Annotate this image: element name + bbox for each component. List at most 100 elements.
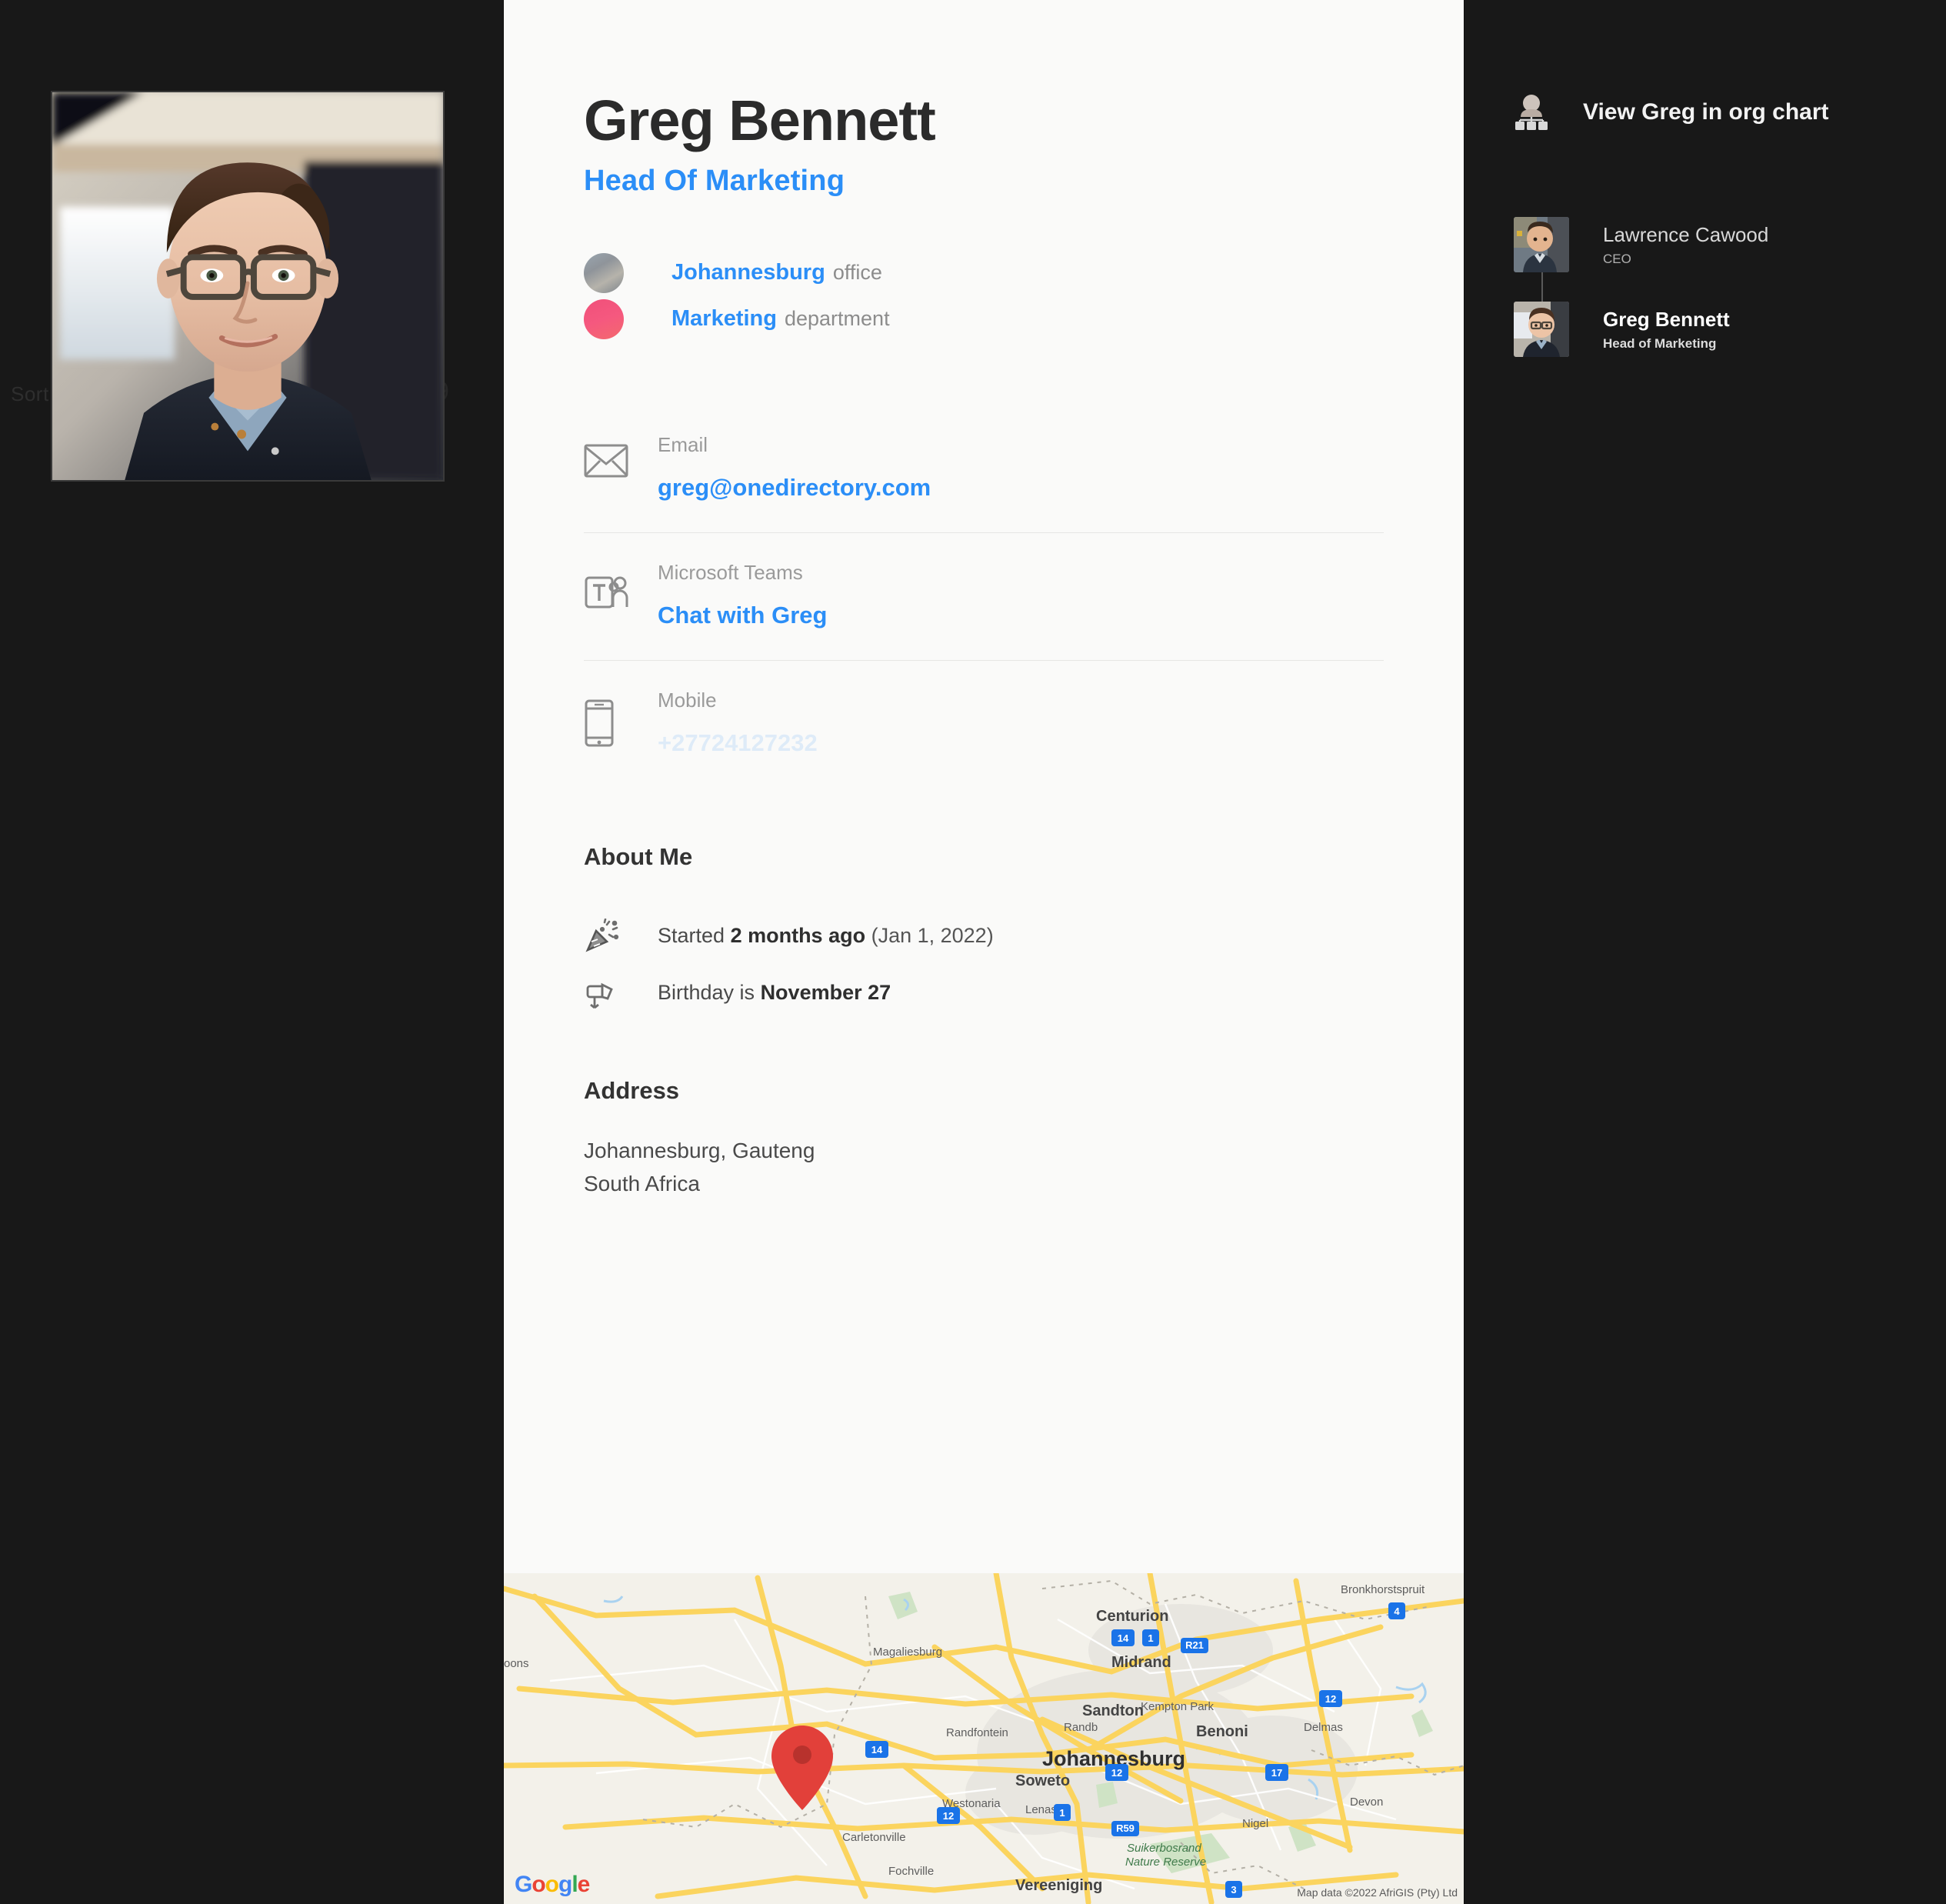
svg-text:17: 17 [1271,1767,1282,1779]
about-prefix-start: Started [658,924,731,948]
org-sidebar: View Greg in org chart Lawrence Cawood C… [1508,0,1946,1904]
location-map[interactable]: Bronkhorstspruit Centurion Midrand Magalies… [504,1573,1464,1904]
contact-list: Email greg@onedirectory.com Microsoft Te… [584,405,1384,788]
map-route-shield: 12 [937,1807,960,1824]
map-label: Fochville [888,1865,934,1878]
map-route-shield: 1 [1142,1629,1159,1646]
page-title: Greg Bennett [584,88,936,152]
svg-text:12: 12 [1325,1693,1336,1705]
svg-text:4: 4 [1394,1606,1400,1617]
about-me-heading: About Me [584,842,693,870]
about-row-start-date: Started 2 months ago (Jan 1, 2022) [584,908,1384,965]
map-label: Devon [1350,1796,1383,1809]
map-label: Kempton Park [1141,1700,1215,1713]
map-canvas: Bronkhorstspruit Centurion Midrand Magalies… [504,1573,1464,1904]
contact-label-email: Email [658,432,708,456]
svg-text:12: 12 [943,1810,954,1822]
email-link[interactable]: greg@onedirectory.com [658,474,1384,502]
org-chart-icon [1515,95,1548,130]
contact-row-mobile: Mobile +27724127232 [584,659,1384,788]
about-strong-birthday: November 27 [760,981,891,1005]
profile-meta-list: Johannesburg office Marketing department [584,250,1384,342]
department-link[interactable]: Marketing [671,306,777,332]
profile-detail-panel: Greg Bennett Head Of Marketing Johannesb… [504,0,1464,1904]
svg-text:14: 14 [871,1744,883,1756]
map-route-shield: 4 [1388,1602,1405,1619]
teams-chat-link[interactable]: Chat with Greg [658,602,1384,629]
avatar-lawrence-image [1514,217,1569,272]
app-root: Sort 9 [0,0,1946,1904]
profile-photo-image [52,92,443,480]
party-popper-icon [584,918,658,954]
envelope-icon [584,432,658,478]
map-route-shield: 12 [1105,1764,1128,1781]
map-route-shield: 14 [1111,1629,1135,1646]
map-route-shield: R59 [1111,1821,1139,1836]
svg-text:1: 1 [1059,1807,1065,1819]
map-park-label: Nature Reserve [1125,1856,1206,1869]
svg-text:1: 1 [1148,1632,1153,1644]
map-park-label: Suikerbosrand [1127,1842,1201,1855]
contact-row-teams: Microsoft Teams Chat with Greg [584,532,1384,660]
map-route-shield: 12 [1319,1690,1342,1707]
org-node-role: CEO [1603,251,1631,266]
about-me-list: Started 2 months ago (Jan 1, 2022) Birth… [584,908,1384,1022]
about-prefix-birthday: Birthday is [658,981,761,1005]
svg-text:14: 14 [1118,1632,1129,1644]
about-text-birthday: Birthday is November 27 [658,981,891,1005]
google-logo: Google [515,1872,590,1897]
map-label: oons [504,1657,529,1670]
map-route-shield: 17 [1265,1764,1288,1781]
org-node-name: Lawrence Cawood [1603,222,1769,246]
map-label: Vereeniging [1015,1877,1102,1894]
svg-text:12: 12 [1111,1767,1122,1779]
about-row-birthday: Birthday is November 27 [584,965,1384,1022]
map-label: Centurion [1096,1608,1168,1625]
map-label: Sandton [1082,1702,1144,1719]
map-route-shield: 14 [865,1741,888,1758]
microsoft-teams-icon [584,559,658,612]
map-label: Soweto [1015,1772,1070,1789]
map-label: Benoni [1196,1723,1248,1740]
job-title[interactable]: Head Of Marketing [584,165,1384,198]
map-route-shield: 1 [1054,1804,1071,1821]
office-suffix: office [832,261,882,285]
map-label: Bronkhorstspruit [1341,1583,1425,1596]
about-strong-start: 2 months ago [730,924,866,948]
map-label: Randb [1064,1721,1098,1734]
map-label: Delmas [1304,1721,1343,1734]
department-row[interactable]: Marketing department [584,296,1384,342]
map-label: Magaliesburg [873,1646,942,1659]
contact-row-email: Email greg@onedirectory.com [584,405,1384,532]
map-label: Carletonville [842,1831,906,1844]
contact-label-teams: Microsoft Teams [658,560,803,584]
office-globe-icon [584,252,624,293]
mobile-number[interactable]: +27724127232 [658,729,1384,757]
office-link[interactable]: Johannesburg [671,260,825,285]
svg-text:3: 3 [1231,1884,1236,1896]
org-node-manager[interactable]: Lawrence Cawood CEO [1514,217,1946,302]
map-label: Nigel [1242,1817,1268,1830]
map-label: Randfontein [946,1726,1008,1739]
org-node-role: Head of Marketing [1603,335,1717,351]
org-node-name: Greg Bennett [1603,307,1730,331]
office-row[interactable]: Johannesburg office [584,250,1384,296]
svg-text:R59: R59 [1116,1822,1135,1834]
address-line-1: Johannesburg, Gauteng [584,1138,815,1162]
about-suffix-start: (Jan 1, 2022) [865,924,994,948]
svg-text:R21: R21 [1185,1639,1204,1651]
avatar [1514,302,1569,357]
profile-photo[interactable] [51,91,445,482]
org-chart-mini: Lawrence Cawood CEO Greg Bennett Head of… [1514,217,1946,357]
address-heading: Address [584,1076,680,1104]
view-in-org-chart-label: View Greg in org chart [1583,99,1829,125]
avatar-greg-image [1514,302,1569,357]
view-in-org-chart-button[interactable]: View Greg in org chart [1514,94,1946,131]
org-node-current[interactable]: Greg Bennett Head of Marketing [1514,302,1946,357]
address-line-2: South Africa [584,1172,700,1196]
map-park-labels: SuikerbosrandNature Reserve [1125,1842,1206,1869]
address-block: Johannesburg, Gauteng South Africa [584,1134,1384,1201]
backdrop-sort-label: Sort [11,382,49,405]
org-connector-line [1541,272,1543,302]
department-suffix: department [784,307,890,331]
